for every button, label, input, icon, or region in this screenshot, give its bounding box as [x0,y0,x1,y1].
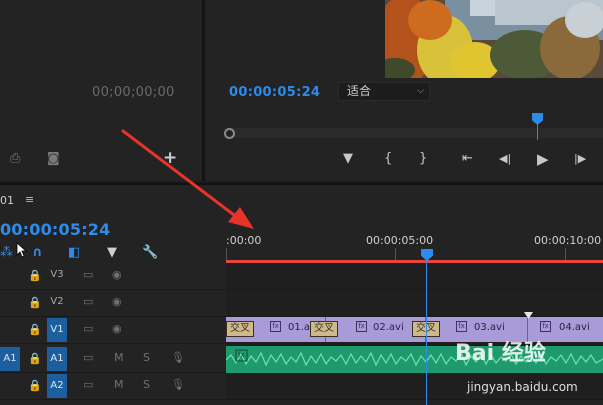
transition-cross-dissolve[interactable]: 交叉 [226,321,254,337]
video-preview [385,0,603,78]
camera-icon[interactable]: ◙ [47,151,60,166]
track-label[interactable]: V3 [47,269,67,280]
ruler-label-10: 00:00:10:00 [534,234,602,247]
watermark-url: jingyan.baidu.com [467,380,578,394]
mute-button[interactable]: M [114,351,124,364]
ruler-label-5: 00:00:05:00 [366,234,434,247]
audio-clip-a1[interactable] [226,346,603,373]
lock-icon[interactable]: 🔒 [28,379,42,392]
zoom-level-select[interactable]: 适合 ⌵ [338,82,430,101]
microphone-icon[interactable]: 🎙 [171,351,185,364]
clip-name: 04.avi [559,322,590,333]
linked-selection-icon[interactable]: ◧ [68,246,80,260]
mute-button[interactable]: M [114,378,124,391]
track-area-v3[interactable] [226,263,603,290]
wrench-icon[interactable]: 🔧 [142,246,158,260]
ruler-tick [395,248,396,260]
source-patch-a1[interactable]: A1 [0,347,20,371]
eye-icon[interactable]: ◉ [112,268,122,281]
timeline-playhead-line [426,258,427,405]
source-timecode: 00;00;00;00 [92,85,175,100]
sync-lock-icon[interactable]: ▭ [83,378,93,391]
baidu-watermark: Bai 经验 [455,335,546,367]
mouse-cursor-icon [16,242,28,258]
sync-lock-icon[interactable]: ▭ [83,351,93,364]
sequence-name[interactable]: 01 [0,194,14,207]
solo-button[interactable]: S [143,351,150,364]
transition-cross-dissolve[interactable]: 交叉 [310,321,338,337]
track-area-v2[interactable] [226,290,603,317]
ruler-tick [565,248,566,260]
eye-icon[interactable]: ◉ [112,295,122,308]
track-header-a2: 🔒 A2 ▭ M S 🎙 [0,373,226,400]
nest-toggle-icon[interactable]: ⁂ [0,246,13,260]
zoom-level-value: 适合 [347,84,372,98]
lock-icon[interactable]: 🔒 [28,269,42,282]
fx-badge: fx [238,351,245,359]
snap-magnet-icon[interactable]: ∩ [32,246,43,260]
scrub-start-handle[interactable] [224,128,235,139]
play-button[interactable]: ▶ [537,151,549,167]
add-button[interactable]: + [163,148,177,168]
track-header-v1: 🔒 V1 ▭ ◉ [0,317,226,344]
fx-badge: fx [456,321,467,332]
sync-lock-icon[interactable]: ▭ [83,295,93,308]
lock-icon[interactable]: 🔒 [28,296,42,309]
video-clip-02[interactable]: fx 02.avi [326,317,426,342]
track-header-a1: A1 🔒 A1 ▭ M S 🎙 [0,346,226,373]
chevron-down-icon: ⌵ [417,86,424,96]
add-marker-button[interactable]: ▼ [343,151,353,167]
sync-lock-icon[interactable]: ▭ [83,268,93,281]
track-label[interactable]: V1 [47,318,67,342]
add-marker-icon[interactable]: ▼ [107,246,117,260]
mark-in-button[interactable]: { [384,151,392,167]
track-label[interactable]: V2 [47,296,67,307]
track-label[interactable]: A1 [47,347,67,371]
clip-name: 01.a [288,322,311,333]
fx-badge: fx [270,321,281,332]
eye-icon[interactable]: ◉ [112,322,122,335]
program-scrub-bar[interactable] [224,128,603,138]
ruler-label-0: :00:00 [226,234,262,247]
clip-name: 03.avi [474,322,505,333]
track-label[interactable]: A2 [47,374,67,398]
lock-icon[interactable]: 🔒 [28,352,42,365]
solo-button[interactable]: S [143,378,150,391]
track-header-v3: 🔒 V3 ▭ ◉ [0,263,226,290]
track-header-v2: 🔒 V2 ▭ ◉ [0,290,226,317]
microphone-icon[interactable]: 🎙 [171,378,185,391]
sync-lock-icon[interactable]: ▭ [83,322,93,335]
mark-out-button[interactable]: } [419,151,427,167]
step-forward-button[interactable]: |▶ [574,151,586,167]
fx-badge: fx [540,321,551,332]
timeline-timecode[interactable]: 00:00:05:24 [0,220,110,239]
panel-menu-icon[interactable]: ≡ [25,193,34,206]
clip-name: 02.avi [373,322,404,333]
fx-badge: fx [356,321,367,332]
program-timecode: 00:00:05:24 [229,85,321,100]
lock-icon[interactable]: 🔒 [28,323,42,336]
step-back-button[interactable]: ◀| [499,151,511,167]
baidu-logo: Bai 经验 [455,341,546,366]
ruler-tick [226,248,227,260]
export-frame-icon[interactable]: ⎙ [10,151,20,166]
go-to-in-button[interactable]: ⇤ [462,151,473,167]
